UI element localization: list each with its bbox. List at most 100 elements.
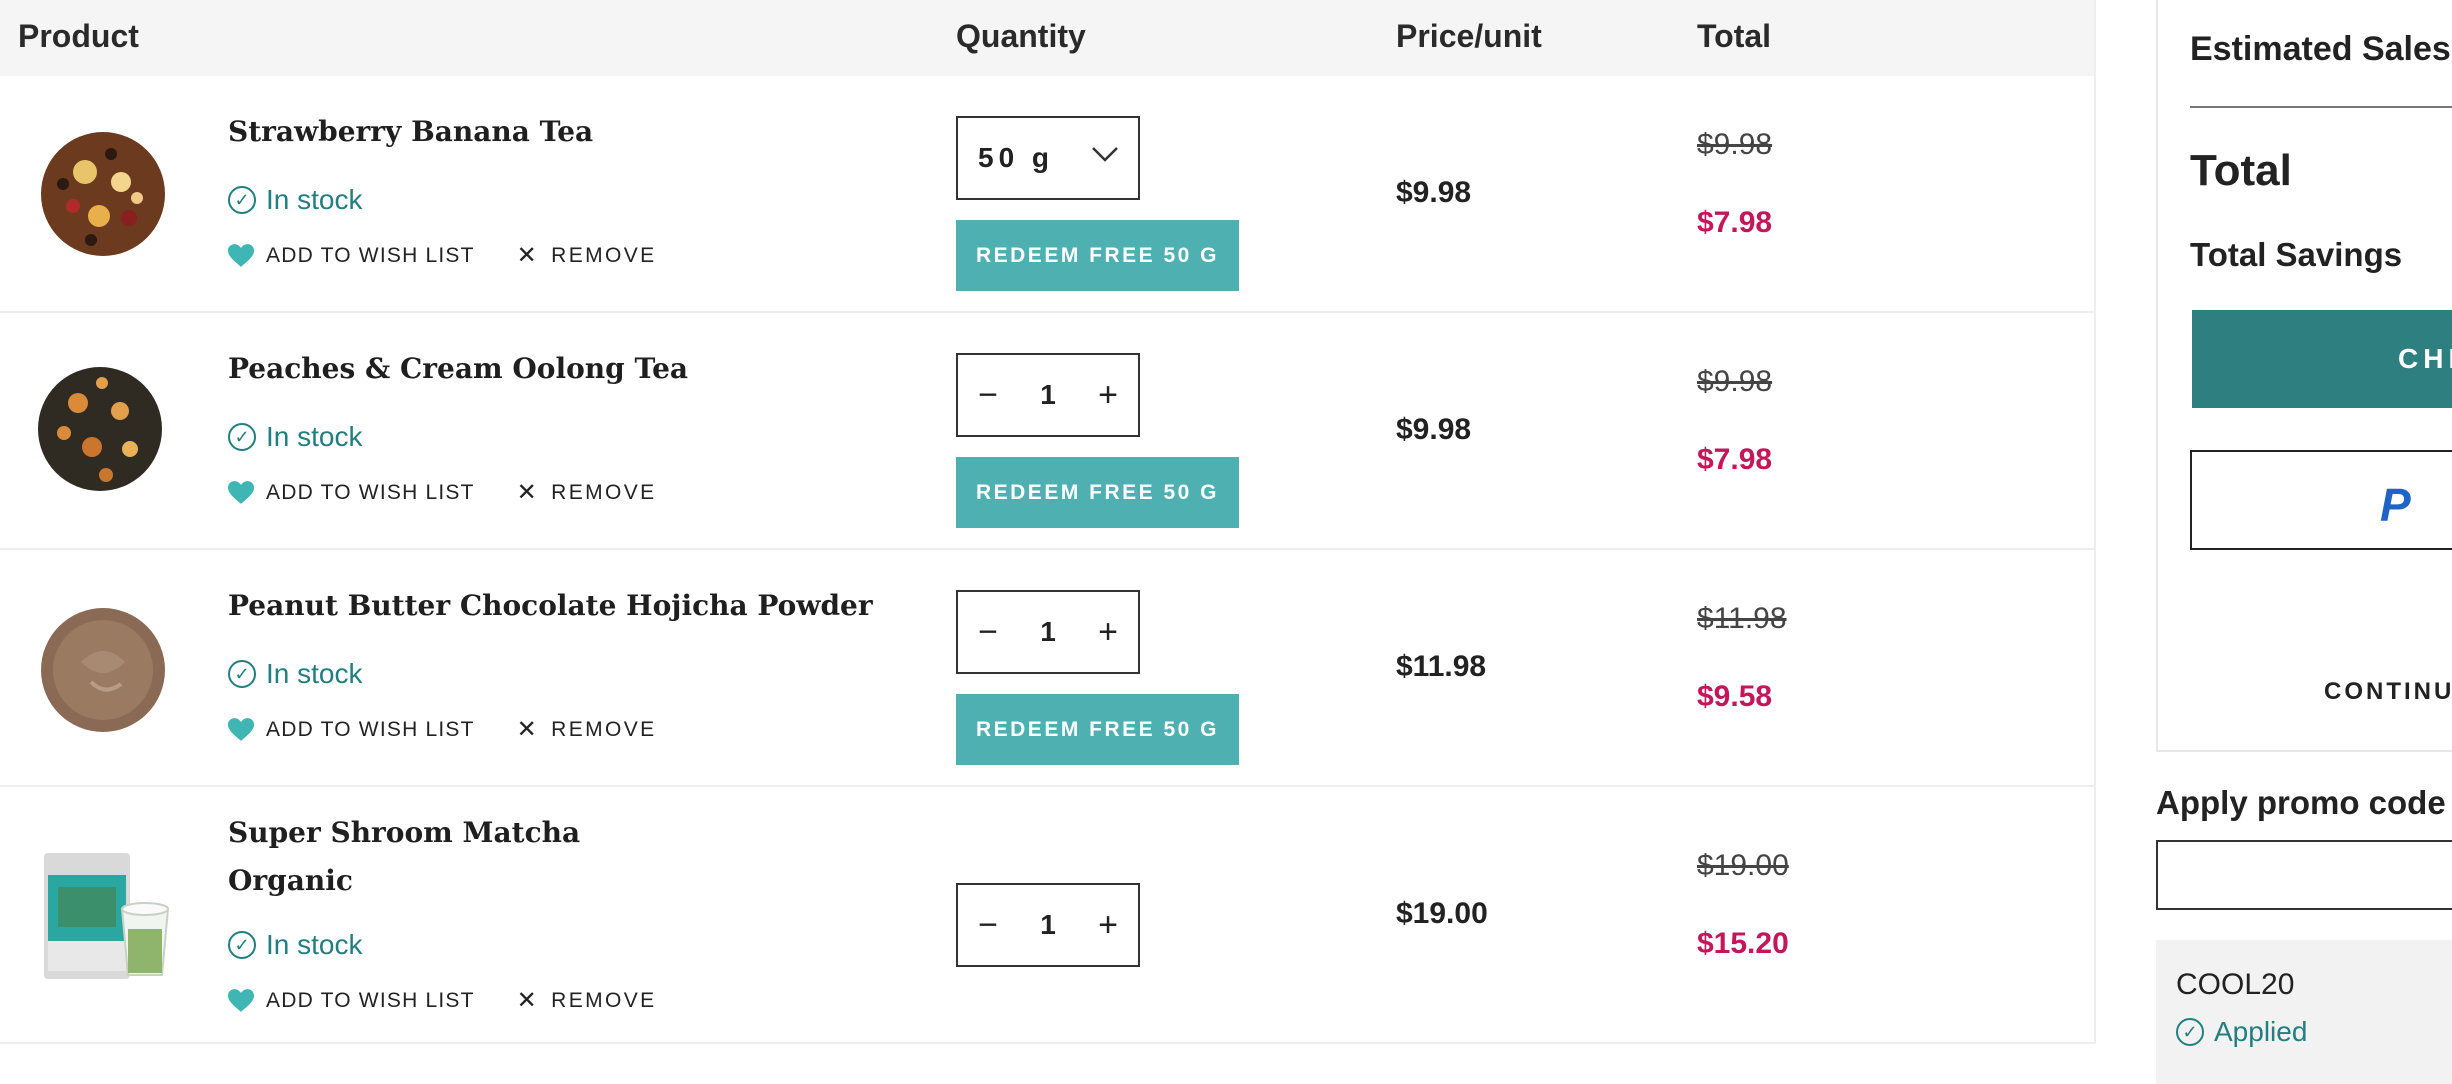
wish-list-label: ADD TO WISH LIST (266, 989, 475, 1012)
check-circle-icon: ✓ (228, 660, 256, 688)
original-total: $11.98 (1697, 602, 1787, 635)
product-name[interactable]: Peanut Butter Chocolate Hojicha Powder (228, 582, 888, 630)
stock-status: ✓ In stock (228, 658, 362, 690)
wish-list-label: ADD TO WISH LIST (266, 244, 475, 267)
header-quantity: Quantity (956, 18, 1086, 54)
quantity-value[interactable]: 1 (1018, 379, 1078, 411)
product-name[interactable]: Super Shroom Matcha Organic (228, 809, 628, 905)
coupon-status-label: Applied (2214, 1016, 2308, 1047)
minus-icon[interactable]: − (958, 906, 1018, 945)
heart-icon (228, 989, 254, 1012)
checkout-button[interactable]: CHE (2192, 310, 2452, 408)
remove-label: REMOVE (551, 244, 657, 267)
stock-label: In stock (266, 421, 363, 452)
weight-select[interactable]: 50 g (956, 116, 1140, 200)
continue-shopping-link[interactable]: CONTINU (2324, 678, 2452, 706)
quantity-stepper[interactable]: − 1 + (956, 353, 1140, 437)
estimated-sales-label: Estimated Sales (2190, 30, 2451, 68)
original-total: $19.00 (1697, 849, 1789, 882)
quantity-stepper[interactable]: − 1 + (956, 883, 1140, 967)
cart-row: Peanut Butter Chocolate Hojicha Powder ✓… (0, 550, 2094, 787)
quantity-value[interactable]: 1 (1018, 616, 1078, 648)
unit-price: $19.00 (1396, 897, 1488, 930)
check-circle-icon: ✓ (2176, 1018, 2204, 1046)
item-actions: ADD TO WISH LIST ✕ REMOVE (228, 718, 657, 742)
close-icon: ✕ (516, 987, 540, 1014)
remove-label: REMOVE (551, 989, 657, 1012)
sale-total: $9.58 (1697, 680, 1773, 713)
cart-table-header: Product Quantity Price/unit Total (0, 0, 2094, 76)
summary-divider (2190, 106, 2452, 108)
check-circle-icon: ✓ (228, 423, 256, 451)
close-icon: ✕ (516, 479, 540, 506)
product-image[interactable] (30, 359, 170, 499)
remove-button[interactable]: ✕ REMOVE (517, 481, 657, 505)
remove-label: REMOVE (551, 718, 657, 741)
stock-label: In stock (266, 929, 363, 960)
wish-list-label: ADD TO WISH LIST (266, 481, 475, 504)
plus-icon[interactable]: + (1078, 613, 1138, 652)
coupon-code: COOL20 (2176, 968, 2295, 1001)
order-summary: Estimated Sales Total Total Savings CHE … (2156, 0, 2452, 752)
product-image[interactable] (36, 847, 176, 987)
cart-table: Product Quantity Price/unit Total Strawb… (0, 0, 2096, 1044)
remove-button[interactable]: ✕ REMOVE (517, 718, 657, 742)
quantity-stepper[interactable]: − 1 + (956, 590, 1140, 674)
add-to-wish-list-button[interactable]: ADD TO WISH LIST (228, 244, 475, 268)
paypal-button[interactable]: P (2190, 450, 2452, 550)
original-total: $9.98 (1697, 365, 1773, 398)
add-to-wish-list-button[interactable]: ADD TO WISH LIST (228, 989, 475, 1013)
heart-icon (228, 718, 254, 741)
stock-label: In stock (266, 184, 363, 215)
quantity-value[interactable]: 1 (1018, 909, 1078, 941)
check-circle-icon: ✓ (228, 186, 256, 214)
redeem-free-button[interactable]: REDEEM FREE 50 G (956, 694, 1239, 765)
cart-row: Strawberry Banana Tea ✓ In stock ADD TO … (0, 76, 2094, 313)
product-name[interactable]: Peaches & Cream Oolong Tea (228, 345, 888, 393)
add-to-wish-list-button[interactable]: ADD TO WISH LIST (228, 481, 475, 505)
total-savings-label: Total Savings (2190, 236, 2403, 273)
sale-total: $7.98 (1697, 443, 1773, 476)
unit-price: $9.98 (1396, 413, 1472, 446)
plus-icon[interactable]: + (1078, 906, 1138, 945)
minus-icon[interactable]: − (958, 613, 1018, 652)
redeem-free-button[interactable]: REDEEM FREE 50 G (956, 457, 1239, 528)
total-label: Total (2190, 146, 2292, 195)
cart-row: Peaches & Cream Oolong Tea ✓ In stock AD… (0, 313, 2094, 550)
paypal-logo-letter: P (2380, 479, 2411, 531)
heart-icon (228, 244, 254, 267)
sale-total: $15.20 (1697, 927, 1789, 960)
sale-total: $7.98 (1697, 206, 1773, 239)
stock-status: ✓ In stock (228, 184, 362, 216)
promo-code-input[interactable] (2156, 840, 2452, 910)
redeem-free-button[interactable]: REDEEM FREE 50 G (956, 220, 1239, 291)
item-actions: ADD TO WISH LIST ✕ REMOVE (228, 481, 657, 505)
remove-button[interactable]: ✕ REMOVE (517, 244, 657, 268)
wish-list-label: ADD TO WISH LIST (266, 718, 475, 741)
stock-label: In stock (266, 658, 363, 689)
unit-price: $11.98 (1396, 650, 1487, 683)
remove-button[interactable]: ✕ REMOVE (517, 989, 657, 1013)
header-total: Total (1697, 18, 1772, 54)
item-actions: ADD TO WISH LIST ✕ REMOVE (228, 989, 657, 1013)
unit-price: $9.98 (1396, 176, 1472, 209)
applied-coupon: COOL20 ✓ Applied (2156, 940, 2452, 1084)
product-name[interactable]: Strawberry Banana Tea (228, 108, 888, 156)
header-product: Product (18, 18, 139, 54)
remove-label: REMOVE (551, 481, 657, 504)
header-price-unit: Price/unit (1396, 18, 1542, 54)
plus-icon[interactable]: + (1078, 376, 1138, 415)
product-image[interactable] (33, 124, 173, 264)
product-image[interactable] (33, 600, 173, 740)
close-icon: ✕ (516, 716, 540, 743)
stock-status: ✓ In stock (228, 929, 362, 961)
close-icon: ✕ (516, 242, 540, 269)
cart-row: Super Shroom Matcha Organic ✓ In stock A… (0, 787, 2094, 1042)
check-circle-icon: ✓ (228, 931, 256, 959)
original-total: $9.98 (1697, 128, 1773, 161)
add-to-wish-list-button[interactable]: ADD TO WISH LIST (228, 718, 475, 742)
stock-status: ✓ In stock (228, 421, 362, 453)
promo-code-label: Apply promo code (2156, 784, 2446, 821)
minus-icon[interactable]: − (958, 376, 1018, 415)
coupon-status: ✓ Applied (2176, 1016, 2307, 1048)
